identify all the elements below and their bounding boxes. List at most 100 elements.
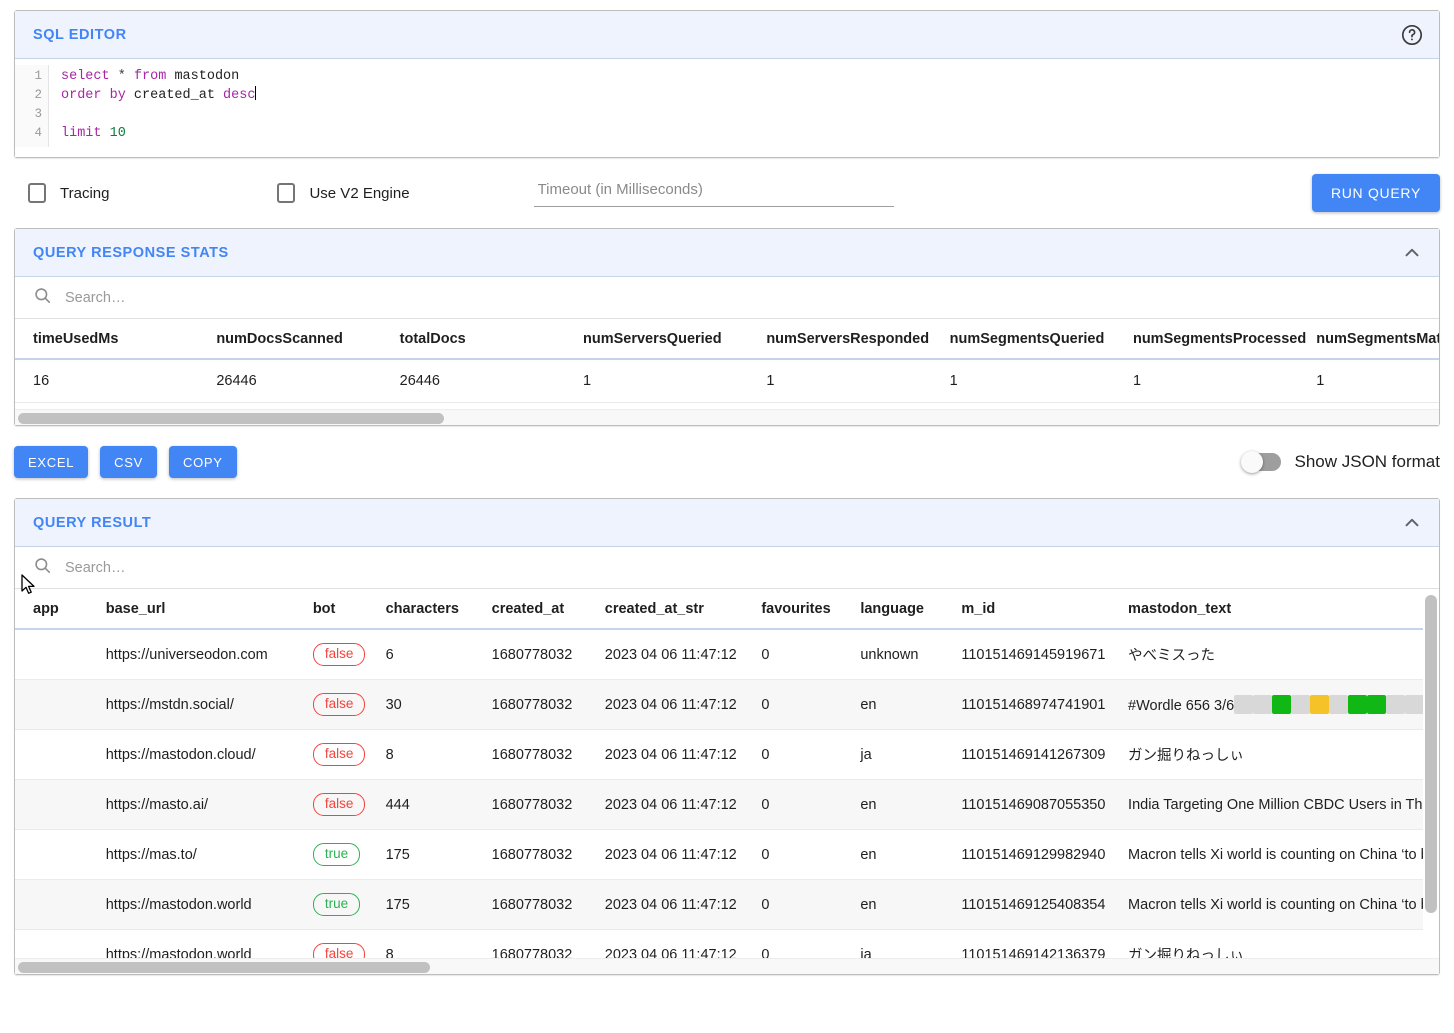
copy-button[interactable]: COPY (169, 446, 237, 478)
show-json-format-toggle[interactable]: Show JSON format (1243, 452, 1441, 472)
bot-cell: false (295, 730, 368, 780)
app-cell (15, 880, 88, 930)
stats-column-header[interactable]: numServersResponded (748, 319, 931, 359)
result-column-header[interactable]: favourites (743, 589, 842, 629)
wordle-square (1253, 695, 1272, 714)
stats-cell: 26446 (198, 359, 381, 403)
result-column-header[interactable]: mastodon_text (1110, 589, 1439, 629)
query-response-stats-title: QUERY RESPONSE STATS (33, 245, 229, 261)
created_at_str-cell: 2023 04 06 11:47:12 (587, 680, 744, 730)
wordle-square (1367, 695, 1386, 714)
result-search-input[interactable] (63, 559, 1421, 577)
result-search-row[interactable] (15, 547, 1439, 589)
mastodon-text-value: ガン掘りねっしぃ (1128, 948, 1244, 958)
language-cell: en (842, 830, 943, 880)
sql-editor-code[interactable]: select * from mastodonorder by created_a… (49, 65, 256, 147)
language-cell: en (842, 780, 943, 830)
status-badge: false (313, 743, 366, 766)
tracing-checkbox-box[interactable] (28, 183, 46, 203)
result-table-row: https://mastodon.worldfalse8168077803220… (15, 930, 1439, 959)
status-badge: false (313, 793, 366, 816)
sql-editor-body[interactable]: 1234 select * from mastodonorder by crea… (15, 59, 1439, 157)
result-table-scroll[interactable]: appbase_urlbotcharacterscreated_atcreate… (15, 589, 1439, 958)
text-caret (255, 86, 256, 100)
result-header-row: appbase_urlbotcharacterscreated_atcreate… (15, 589, 1439, 629)
result-column-header[interactable]: app (15, 589, 88, 629)
result-column-header[interactable]: created_at_str (587, 589, 744, 629)
stats-column-header[interactable]: numServersQueried (565, 319, 748, 359)
result-column-header[interactable]: bot (295, 589, 368, 629)
chevron-up-icon[interactable] (1397, 238, 1427, 268)
tracing-checkbox[interactable]: Tracing (28, 183, 109, 203)
wordle-square (1348, 695, 1367, 714)
result-column-header[interactable]: language (842, 589, 943, 629)
result-column-header[interactable]: base_url (88, 589, 295, 629)
result-hscroll-thumb[interactable] (18, 962, 430, 973)
export-row: EXCEL CSV COPY Show JSON format (14, 426, 1440, 498)
wordle-square (1329, 695, 1348, 714)
characters-cell: 8 (368, 730, 474, 780)
line-number: 2 (15, 86, 48, 105)
json-toggle-switch[interactable] (1243, 453, 1281, 471)
mastodon-text-value: Macron tells Xi world is counting on Chi… (1128, 897, 1439, 913)
result-vertical-scrollbar[interactable] (1425, 595, 1437, 913)
stats-column-header[interactable]: numSegmentsQueried (932, 319, 1115, 359)
language-cell: en (842, 880, 943, 930)
wordle-square (1291, 695, 1310, 714)
language-cell: unknown (842, 629, 943, 680)
sql-editor-gutter: 1234 (15, 65, 49, 147)
m_id-cell: 110151469129982940 (943, 830, 1110, 880)
favourites-cell: 0 (743, 730, 842, 780)
m_id-cell: 110151469142136379 (943, 930, 1110, 959)
query-options-row: Tracing Use V2 Engine RUN QUERY (14, 158, 1440, 228)
stats-search-input[interactable] (63, 289, 1421, 307)
stats-column-header[interactable]: numDocsScanned (198, 319, 381, 359)
stats-search-row[interactable] (15, 277, 1439, 319)
run-query-button[interactable]: RUN QUERY (1312, 174, 1440, 212)
sql-console-page: SQL EDITOR 1234 select * from mastodonor… (0, 10, 1454, 1033)
m_id-cell: 110151468974741901 (943, 680, 1110, 730)
stats-table-scroll[interactable]: timeUsedMsnumDocsScannedtotalDocsnumServ… (15, 319, 1439, 409)
stats-table-body: 162644626446111111 (15, 359, 1439, 403)
created_at-cell: 1680778032 (474, 830, 587, 880)
code-line: select * from mastodon (61, 67, 256, 86)
csv-export-button[interactable]: CSV (100, 446, 157, 478)
query-result-header: QUERY RESULT (15, 499, 1439, 547)
result-horizontal-scrollbar[interactable] (15, 958, 1439, 974)
result-column-header[interactable]: characters (368, 589, 474, 629)
sql-editor-header: SQL EDITOR (15, 11, 1439, 59)
base_url-cell: https://mstdn.social/ (88, 680, 295, 730)
stats-cell: 26446 (382, 359, 565, 403)
result-table: appbase_urlbotcharacterscreated_atcreate… (15, 589, 1439, 958)
timeout-input[interactable] (536, 180, 894, 199)
created_at-cell: 1680778032 (474, 930, 587, 959)
created_at-cell: 1680778032 (474, 680, 587, 730)
query-response-stats-header: QUERY RESPONSE STATS (15, 229, 1439, 277)
stats-cell: 1 (1115, 359, 1298, 403)
stats-header-row: timeUsedMsnumDocsScannedtotalDocsnumServ… (15, 319, 1439, 359)
result-table-row: https://mastodon.cloud/false816807780322… (15, 730, 1439, 780)
timeout-field[interactable] (534, 180, 894, 207)
code-line: limit 10 (61, 124, 256, 143)
characters-cell: 175 (368, 880, 474, 930)
stats-column-header[interactable]: totalDocs (382, 319, 565, 359)
stats-column-header[interactable]: timeUsedMs (15, 319, 198, 359)
chevron-up-icon[interactable] (1397, 508, 1427, 538)
use-v2-engine-checkbox-box[interactable] (277, 183, 295, 203)
excel-export-button[interactable]: EXCEL (14, 446, 88, 478)
sql-editor-title: SQL EDITOR (33, 27, 127, 43)
app-cell (15, 780, 88, 830)
app-cell (15, 830, 88, 880)
use-v2-engine-checkbox[interactable]: Use V2 Engine (277, 183, 409, 203)
created_at-cell: 1680778032 (474, 629, 587, 680)
result-column-header[interactable]: m_id (943, 589, 1110, 629)
stats-column-header[interactable]: numSegmentsProcessed (1115, 319, 1298, 359)
bot-cell: true (295, 830, 368, 880)
wordle-square (1234, 695, 1253, 714)
result-column-header[interactable]: created_at (474, 589, 587, 629)
stats-hscroll-thumb[interactable] (18, 413, 444, 424)
stats-horizontal-scrollbar[interactable] (15, 409, 1439, 425)
stats-column-header[interactable]: numSegmentsMatched (1298, 319, 1439, 359)
help-circle-icon[interactable] (1397, 20, 1427, 50)
query-response-stats-panel: QUERY RESPONSE STATS timeUsedMsnumDocsSc… (14, 228, 1440, 426)
